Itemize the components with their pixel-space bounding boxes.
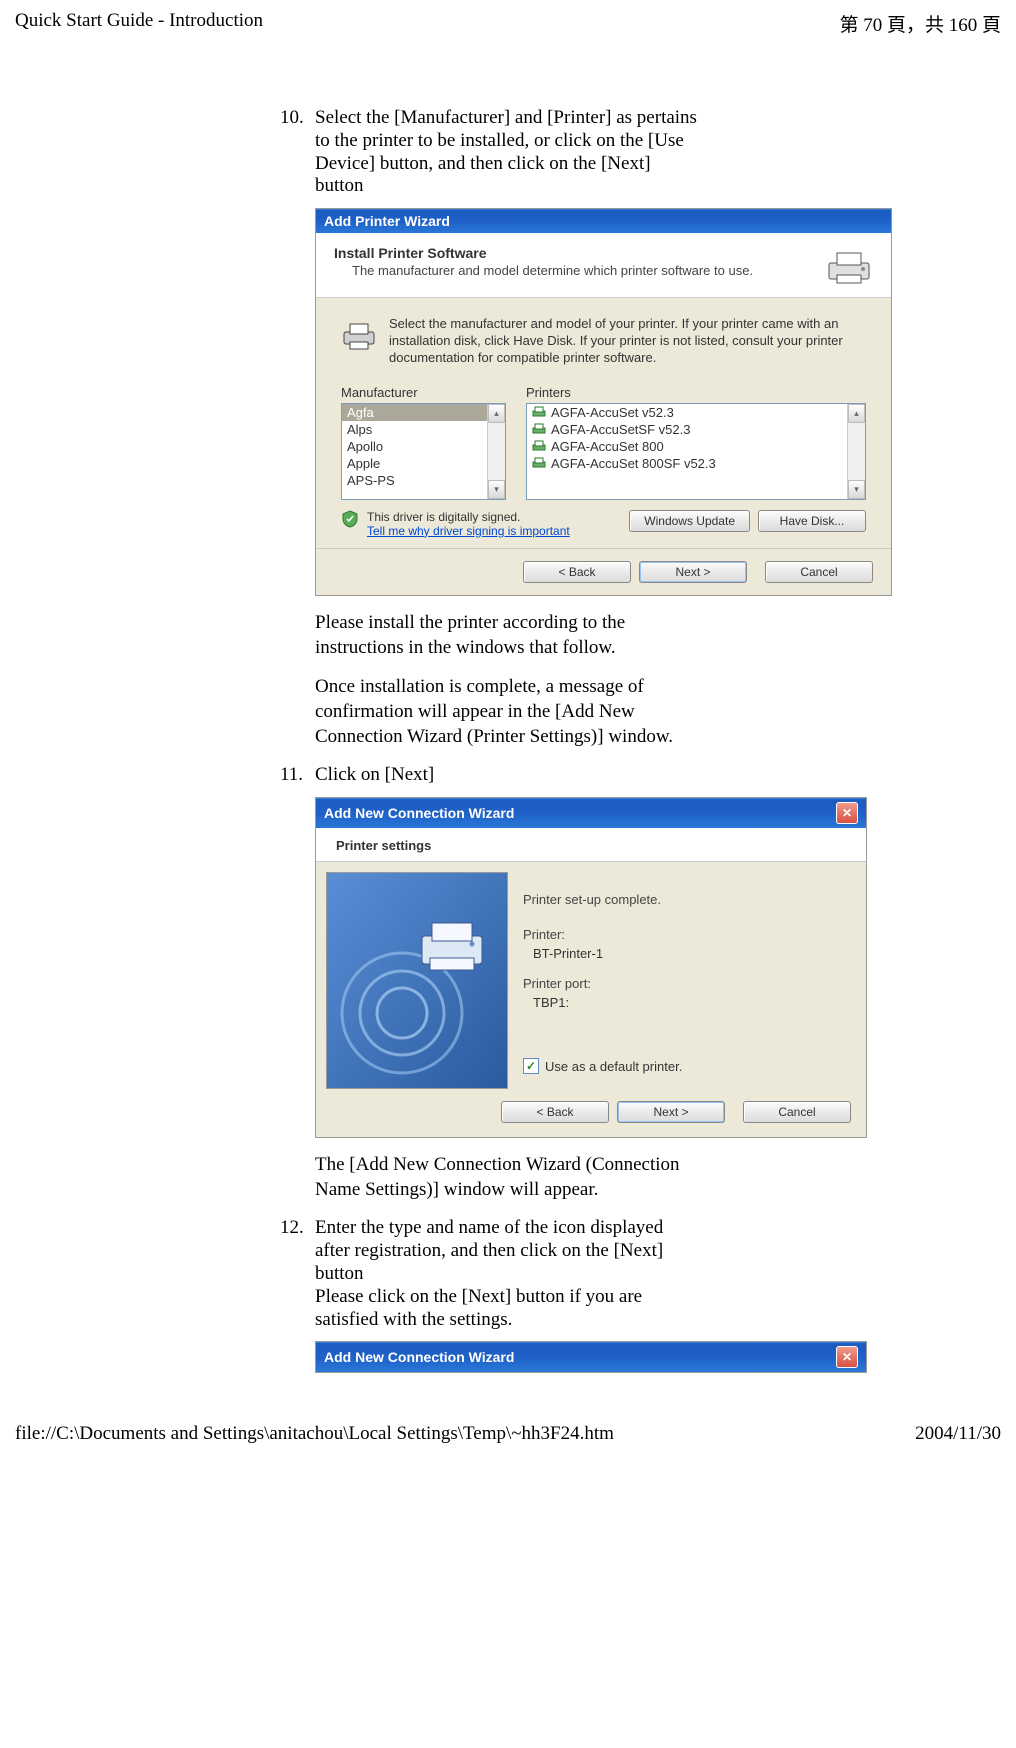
next-button[interactable]: Next > [617,1101,725,1123]
printer-icon [825,245,873,287]
manufacturer-listbox[interactable]: Agfa Alps Apollo Apple APS-PS ▴ ▾ [341,403,506,500]
list-item[interactable]: Apollo [342,438,505,455]
wizard-graphic [326,872,508,1089]
driver-signed-text: This driver is digitally signed. [367,510,570,524]
scrollbar[interactable]: ▴ ▾ [847,404,865,499]
scroll-up-icon[interactable]: ▴ [848,404,865,423]
dialog-title: Add New Connection Wizard [324,1349,514,1365]
dialog-titlebar: Add New Connection Wizard ✕ [316,798,866,828]
add-connection-wizard-dialog: Add New Connection Wizard ✕ Printer sett… [315,797,867,1138]
footer-path: file://C:\Documents and Settings\anitach… [15,1423,614,1445]
footer-date: 2004/11/30 [915,1423,1001,1445]
list-item[interactable]: Apple [342,455,505,472]
signing-link[interactable]: Tell me why driver signing is important [367,524,570,538]
windows-update-button[interactable]: Windows Update [629,510,750,532]
scroll-up-icon[interactable]: ▴ [488,404,505,423]
dialog-titlebar: Add New Connection Wizard ✕ [316,1342,866,1372]
printers-label: Printers [526,385,866,400]
close-icon: ✕ [842,806,852,820]
header-left: Quick Start Guide - Introduction [15,10,263,37]
printer-item-icon [532,422,546,436]
list-item[interactable]: AGFA-AccuSetSF v52.3 [527,421,865,438]
step-number-12: 12. [280,1217,315,1331]
printers-listbox[interactable]: AGFA-AccuSet v52.3 AGFA-AccuSetSF v52.3 … [526,403,866,500]
list-item[interactable]: AGFA-AccuSet 800 [527,438,865,455]
list-item[interactable]: Agfa [342,404,505,421]
step-text-10: Select the [Manufacturer] and [Printer] … [315,107,700,198]
manufacturer-label: Manufacturer [341,385,506,400]
wizard-heading: Install Printer Software [334,245,825,261]
add-connection-wizard-dialog-2: Add New Connection Wizard ✕ [315,1341,867,1373]
printer-small-icon [341,318,377,354]
setup-complete-text: Printer set-up complete. [523,892,846,907]
printer-value: BT-Printer-1 [533,946,846,961]
step-number-11: 11. [280,764,315,787]
close-icon: ✕ [842,1350,852,1364]
header-right: 第 70 頁，共 160 頁 [839,10,1001,37]
list-item[interactable]: APS-PS [342,472,505,489]
list-item[interactable]: AGFA-AccuSet v52.3 [527,404,865,421]
printer-item-icon [532,405,546,419]
default-printer-label: Use as a default printer. [545,1059,682,1074]
default-printer-checkbox[interactable]: ✓ [523,1058,539,1074]
check-icon: ✓ [526,1059,536,1073]
cancel-button[interactable]: Cancel [765,561,873,583]
printer-item-icon [532,439,546,453]
back-button[interactable]: < Back [523,561,631,583]
cancel-button[interactable]: Cancel [743,1101,851,1123]
body-para-3: The [Add New Connection Wizard (Connecti… [315,1153,700,1202]
back-button[interactable]: < Back [501,1101,609,1123]
dialog-title: Add Printer Wizard [324,213,450,229]
printer-settings-heading: Printer settings [316,828,866,862]
scroll-down-icon[interactable]: ▾ [848,480,865,499]
list-item[interactable]: Alps [342,421,505,438]
dialog-title: Add New Connection Wizard [324,805,514,821]
dialog-titlebar: Add Printer Wizard [316,209,891,233]
printer-label: Printer: [523,927,846,942]
body-para-1: Please install the printer according to … [315,611,700,660]
wizard-subheading: The manufacturer and model determine whi… [352,263,825,278]
scrollbar[interactable]: ▴ ▾ [487,404,505,499]
have-disk-button[interactable]: Have Disk... [758,510,866,532]
port-label: Printer port: [523,976,846,991]
step-text-11: Click on [Next] [315,764,434,787]
printer-item-icon [532,456,546,470]
body-para-2: Once installation is complete, a message… [315,675,700,749]
add-printer-wizard-dialog: Add Printer Wizard Install Printer Softw… [315,208,892,596]
close-button[interactable]: ✕ [836,802,858,824]
shield-icon [341,510,359,528]
list-item[interactable]: AGFA-AccuSet 800SF v52.3 [527,455,865,472]
step-number-10: 10. [280,107,315,198]
next-button[interactable]: Next > [639,561,747,583]
printer-description: Select the manufacturer and model of you… [389,316,866,367]
scroll-down-icon[interactable]: ▾ [488,480,505,499]
close-button[interactable]: ✕ [836,1346,858,1368]
port-value: TBP1: [533,995,846,1010]
step-text-12: Enter the type and name of the icon disp… [315,1217,700,1331]
